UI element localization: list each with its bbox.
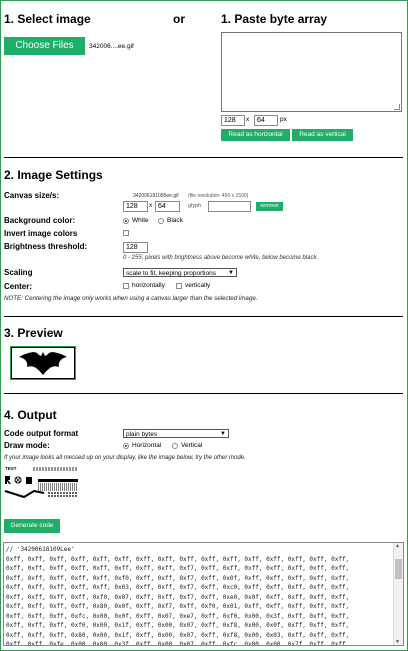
code-line: 0xff, 0xff, 0xff, 0xf0, 0x00, 0x1f, 0xff… <box>6 622 350 629</box>
divider <box>4 157 403 158</box>
choose-files-button[interactable]: Choose Files <box>4 37 85 55</box>
bat-logo-icon <box>19 352 67 375</box>
generate-code-button[interactable]: Generate code <box>4 519 60 533</box>
center-vertically-label: vertically <box>185 282 211 289</box>
scroll-down-icon[interactable]: ▼ <box>395 639 400 645</box>
code-output-text: // '34200618109Lee' 0xff, 0xff, 0xff, 0xf… <box>6 545 350 646</box>
resize-handle-icon[interactable] <box>394 104 400 110</box>
invert-colors-checkbox[interactable] <box>123 230 129 236</box>
brightness-note: 0 - 255; pixels with brightness above be… <box>123 255 319 261</box>
code-line: // '34200618109Lee' <box>6 546 75 553</box>
background-color-label: Background color: <box>4 216 76 225</box>
code-line: 0xff, 0xff, 0xff, 0xff, 0xf0, 0x07, 0xff… <box>6 593 350 601</box>
selected-file-name: 342006....ee.gif <box>89 43 134 50</box>
code-line: 0xff, 0xff, 0xff, 0xff, 0x80, 0x0f, 0xff… <box>6 603 350 610</box>
code-line: 0xff, 0xff, 0xfe, 0x00, 0x00, 0x3f, 0xff… <box>6 641 350 646</box>
centering-note: NOTE: Centering the image only works whe… <box>4 295 258 302</box>
background-white-label: White <box>132 217 149 224</box>
code-format-select-value: plain bytes <box>126 431 158 438</box>
select-image-title: 1. Select image <box>4 12 91 26</box>
read-horizontal-button[interactable]: Read as horizontal <box>221 129 290 141</box>
brightness-threshold-input[interactable]: 128 <box>123 242 148 253</box>
code-scrollbar[interactable]: ▲ ▼ <box>393 543 403 645</box>
paste-byte-array-title: 1. Paste byte array <box>221 12 328 26</box>
draw-mode-label: Draw mode: <box>4 441 50 450</box>
canvas-x-separator: x <box>149 202 153 209</box>
scaling-select-value: scale to fit, keeping proportions <box>126 270 216 277</box>
preview-canvas <box>10 346 76 380</box>
image-settings-title: 2. Image Settings <box>4 168 103 182</box>
read-vertical-button[interactable]: Read as vertical <box>292 129 353 141</box>
background-black-radio[interactable] <box>158 218 164 224</box>
x-separator: x <box>246 116 250 123</box>
garbled-example-image: TEST <box>4 466 80 502</box>
draw-mode-hint: If your image looks all messed up on you… <box>4 455 246 461</box>
remove-canvas-button[interactable]: remove <box>256 202 283 211</box>
canvas-file-resolution: (file resolution: 450 x 1500) <box>188 193 249 199</box>
draw-vertical-label: Vertical <box>181 442 203 449</box>
or-text: or <box>173 12 185 26</box>
scaling-label: Scaling <box>4 268 33 277</box>
chevron-down-icon: ▼ <box>228 270 234 276</box>
code-line: 0xff, 0xff, 0xff, 0xff, 0xff, 0xff, 0xff… <box>6 565 350 572</box>
invert-colors-label: Invert image colors <box>4 229 78 238</box>
code-line: 0xff, 0xff, 0xff, 0xfc, 0x00, 0x0f, 0xff… <box>6 612 350 620</box>
center-label: Center: <box>4 282 33 291</box>
code-format-select[interactable]: plain bytes ▼ <box>123 429 229 438</box>
code-line: 0xff, 0xff, 0xff, 0xff, 0xff, 0x03, 0xff… <box>6 584 350 591</box>
preview-background <box>12 348 74 378</box>
glyph-label: glyph <box>188 203 202 209</box>
divider <box>4 393 403 394</box>
canvas-size-label: Canvas size/s: <box>4 191 60 200</box>
scaling-select[interactable]: scale to fit, keeping proportions ▼ <box>123 268 237 277</box>
canvas-width-input[interactable]: 128 <box>123 201 148 212</box>
paste-width-input[interactable]: 128 <box>221 115 245 126</box>
draw-vertical-radio[interactable] <box>172 443 178 449</box>
code-line: 0xff, 0xff, 0xff, 0xff, 0xff, 0xf0, 0xff… <box>6 574 350 582</box>
center-horizontally-checkbox[interactable] <box>123 283 129 289</box>
canvas-height-input[interactable]: 64 <box>155 201 180 212</box>
brightness-threshold-label: Brightness threshold: <box>4 242 88 251</box>
background-white-radio[interactable] <box>123 218 129 224</box>
divider <box>4 316 403 317</box>
paste-height-input[interactable]: 64 <box>254 115 278 126</box>
garbled-display-icon <box>4 467 78 499</box>
draw-horizontal-radio[interactable] <box>123 443 129 449</box>
code-line: 0xff, 0xff, 0xff, 0xff, 0xff, 0xff, 0xff… <box>6 555 350 563</box>
code-output-textarea[interactable]: // '34200618109Lee' 0xff, 0xff, 0xff, 0xf… <box>3 542 404 646</box>
canvas-file-name: 342006181095ee.gif <box>133 193 179 199</box>
byte-array-textarea[interactable] <box>221 32 402 112</box>
scrollbar-thumb[interactable] <box>395 559 402 579</box>
draw-horizontal-label: Horizontal <box>132 442 162 449</box>
code-format-label: Code output format <box>4 429 79 438</box>
scroll-up-icon[interactable]: ▲ <box>395 543 400 549</box>
chevron-down-icon: ▼ <box>220 431 226 437</box>
output-title: 4. Output <box>4 408 57 422</box>
glyph-input[interactable] <box>208 201 251 212</box>
background-black-label: Black <box>167 217 183 224</box>
code-line: 0xff, 0xff, 0xff, 0x80, 0x00, 0x1f, 0xff… <box>6 631 350 639</box>
center-vertically-checkbox[interactable] <box>176 283 182 289</box>
preview-title: 3. Preview <box>4 326 63 340</box>
center-horizontally-label: horizontally <box>132 282 165 289</box>
px-label: px <box>280 116 287 123</box>
